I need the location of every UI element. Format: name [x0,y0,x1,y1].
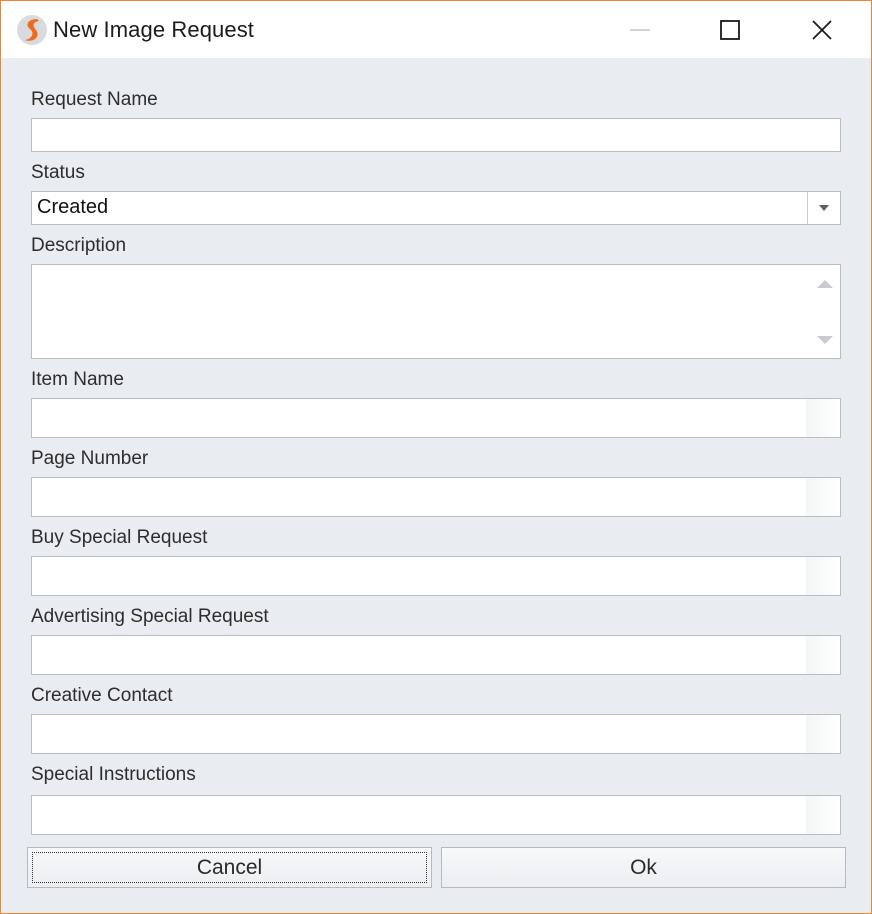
scroll-down-icon[interactable] [816,335,834,345]
ok-button[interactable]: Ok [441,847,846,888]
item-name-input[interactable] [31,398,841,438]
dialog-window: New Image Request Request Name Status Cr… [0,0,872,914]
window-title: New Image Request [53,17,255,42]
status-dropdown-button[interactable] [807,192,840,224]
status-label: Status [31,162,85,183]
close-button[interactable] [777,1,867,58]
advertising-special-request-side-strip [806,636,840,674]
page-number-label: Page Number [31,448,149,469]
description-label: Description [31,235,127,256]
special-instructions-input[interactable] [31,795,841,835]
buy-special-request-side-strip [806,557,840,595]
title-bar[interactable]: New Image Request [1,1,871,58]
creative-contact-label: Creative Contact [31,685,173,706]
status-value: Created [37,196,109,218]
special-instructions-side-strip [806,796,840,834]
request-name-label: Request Name [31,89,158,110]
scroll-up-icon[interactable] [816,279,834,289]
buy-special-request-label: Buy Special Request [31,527,208,548]
app-logo-icon [17,15,47,45]
page-number-side-strip [806,478,840,516]
creative-contact-input[interactable] [31,714,841,754]
advertising-special-request-label: Advertising Special Request [31,606,269,627]
focus-indicator [32,852,427,883]
status-select[interactable]: Created [31,191,841,225]
minimize-icon [630,28,650,31]
creative-contact-side-strip [806,715,840,753]
advertising-special-request-input[interactable] [31,635,841,675]
buy-special-request-input[interactable] [31,556,841,596]
minimize-button[interactable] [595,1,685,58]
description-textarea[interactable] [31,264,841,359]
item-name-side-strip [806,399,840,437]
item-name-label: Item Name [31,369,124,390]
maximize-icon [720,19,740,40]
close-icon [812,19,832,40]
ok-button-label: Ok [630,855,657,879]
cancel-button[interactable]: Cancel [27,847,432,888]
request-name-input[interactable] [31,118,841,152]
maximize-button[interactable] [685,1,775,58]
chevron-down-icon [819,205,829,211]
page-number-input[interactable] [31,477,841,517]
description-scrollbar[interactable] [808,265,840,358]
special-instructions-label: Special Instructions [31,764,196,785]
